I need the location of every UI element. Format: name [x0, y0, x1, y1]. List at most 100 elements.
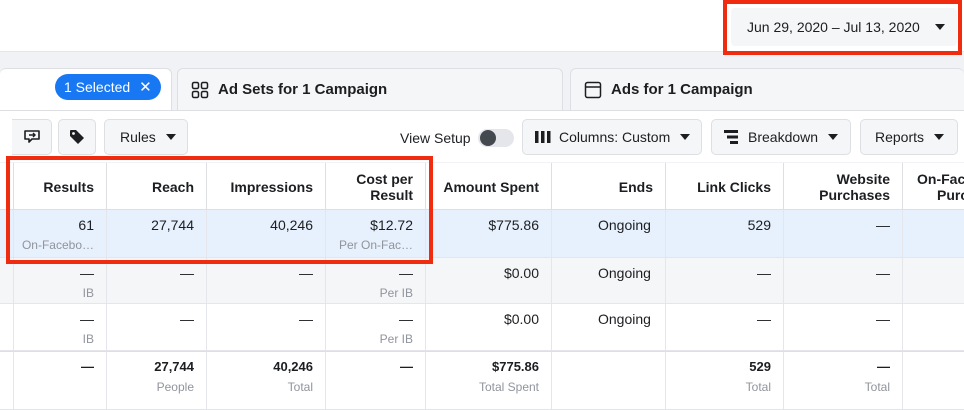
cell-value: —: [399, 265, 413, 281]
total-amount-spent: $775.86 Total Spent: [426, 352, 552, 409]
cell-results: — IB: [14, 258, 107, 303]
cell-on-facebook-purchases: [903, 210, 964, 257]
column-header-ends[interactable]: Ends: [552, 163, 666, 210]
header-label: Result: [370, 186, 413, 203]
cell-value: Ongoing: [598, 311, 651, 327]
cell-value: —: [180, 265, 194, 281]
total-impressions: 40,246 Total: [207, 352, 326, 409]
cell-value: —: [80, 311, 94, 327]
column-header-results[interactable]: Results: [14, 163, 107, 210]
cell-sublabel: IB: [82, 286, 94, 300]
close-icon[interactable]: ✕: [139, 80, 152, 95]
header-label: Ends: [618, 178, 653, 195]
cell-reach: 27,744: [107, 210, 207, 257]
cell-reach: —: [107, 304, 207, 350]
total-ends: [552, 352, 666, 409]
cell-website-purchases: —: [784, 210, 903, 257]
columns-dropdown[interactable]: Columns: Custom: [522, 119, 702, 155]
cell-impressions: —: [207, 258, 326, 303]
cell-value: Ongoing: [598, 265, 651, 281]
column-header-impressions[interactable]: Impressions: [207, 163, 326, 210]
cell-value: $775.86: [492, 359, 539, 374]
table-row[interactable]: — IB — — — Per IB $0.00 Ongoing — —: [0, 258, 964, 304]
campaign-table: Results Reach Impressions Cost per Resul…: [0, 163, 964, 410]
header-label: Results: [43, 178, 94, 195]
cell-on-facebook-purchases: [903, 304, 964, 350]
cell-sublabel: Total: [287, 380, 313, 394]
header-label: Website: [836, 170, 890, 187]
column-header-website-purchases[interactable]: Website Purchases: [784, 163, 903, 210]
reports-dropdown[interactable]: Reports: [860, 119, 958, 155]
header-label: Cost per: [356, 170, 413, 187]
cell-value: 27,744: [154, 359, 194, 374]
cell-amount-spent: $0.00: [426, 304, 552, 350]
header-label: Purc: [937, 186, 964, 203]
column-header-amount-spent[interactable]: Amount Spent: [426, 163, 552, 210]
cell-value: $775.86: [488, 217, 539, 233]
date-range-picker[interactable]: Jun 29, 2020 – Jul 13, 2020: [731, 8, 957, 46]
view-setup-toggle[interactable]: [478, 129, 514, 147]
top-bar: Jun 29, 2020 – Jul 13, 2020: [0, 0, 964, 52]
total-results: —: [14, 352, 107, 409]
column-header-selector: [0, 163, 14, 210]
row-selector[interactable]: [0, 258, 14, 303]
cell-sublabel: People: [156, 380, 194, 394]
cell-ends: Ongoing: [552, 210, 666, 257]
row-selector[interactable]: [0, 304, 14, 350]
header-label: Link Clicks: [697, 178, 771, 195]
cell-sublabel: Total: [864, 380, 890, 394]
cell-link-clicks: —: [666, 258, 784, 303]
breakdown-dropdown[interactable]: Breakdown: [711, 119, 851, 155]
header-label: Amount Spent: [443, 178, 539, 195]
selected-chip[interactable]: 1 Selected ✕: [55, 74, 161, 100]
cell-cost-per-result: $12.72 Per On-Fac…: [326, 210, 426, 257]
column-header-cost-per-result[interactable]: Cost per Result: [326, 163, 426, 210]
total-on-facebook-purchases: [903, 352, 964, 409]
cell-sublabel: Total Spent: [478, 380, 539, 394]
table-row[interactable]: — IB — — — Per IB $0.00 Ongoing — —: [0, 304, 964, 351]
tab-ads-label: Ads for 1 Campaign: [611, 81, 753, 98]
column-header-link-clicks[interactable]: Link Clicks: [666, 163, 784, 210]
tag-icon: [70, 130, 84, 144]
rules-dropdown[interactable]: Rules: [104, 119, 188, 155]
cell-cost-per-result: — Per IB: [326, 258, 426, 303]
cell-sublabel: Per On-Fac…: [338, 238, 413, 252]
totals-spacer: [0, 352, 14, 409]
cell-value: —: [81, 359, 94, 374]
cell-reach: —: [107, 258, 207, 303]
tab-ad-sets[interactable]: Ad Sets for 1 Campaign: [177, 68, 563, 110]
tag-button[interactable]: [58, 119, 96, 155]
cell-value: $0.00: [503, 265, 539, 281]
cell-value: Ongoing: [598, 217, 651, 233]
caret-down-icon: [934, 134, 945, 140]
rules-label: Rules: [120, 129, 156, 145]
cell-value: —: [757, 311, 771, 327]
cell-link-clicks: —: [666, 304, 784, 350]
cell-sublabel: Per IB: [379, 332, 413, 346]
column-header-reach[interactable]: Reach: [107, 163, 207, 210]
table-row[interactable]: 61 On-Facebo… 27,744 40,246 $12.72 Per On-…: [0, 210, 964, 258]
cell-value: —: [876, 217, 890, 233]
cell-impressions: 40,246: [207, 210, 326, 257]
duplicate-button[interactable]: [12, 119, 52, 155]
header-label: Purchases: [819, 186, 890, 203]
cell-amount-spent: $775.86: [426, 210, 552, 257]
total-reach: 27,744 People: [107, 352, 207, 409]
column-header-on-facebook-purchases[interactable]: On-Face Purc: [903, 163, 964, 210]
columns-label: Columns: Custom: [559, 129, 671, 145]
cell-link-clicks: 529: [666, 210, 784, 257]
cell-results: 61 On-Facebo…: [14, 210, 107, 257]
cell-sublabel: Per IB: [379, 286, 413, 300]
row-selector[interactable]: [0, 210, 14, 257]
cell-website-purchases: —: [784, 258, 903, 303]
cell-amount-spent: $0.00: [426, 258, 552, 303]
cell-ends: Ongoing: [552, 258, 666, 303]
cell-value: 529: [747, 217, 771, 233]
cell-cost-per-result: — Per IB: [326, 304, 426, 350]
total-link-clicks: 529 Total: [666, 352, 784, 409]
tab-ads[interactable]: Ads for 1 Campaign: [570, 68, 964, 110]
grid-icon: [191, 81, 209, 98]
cell-value: —: [80, 265, 94, 281]
cell-impressions: —: [207, 304, 326, 350]
cell-value: 61: [78, 217, 94, 233]
